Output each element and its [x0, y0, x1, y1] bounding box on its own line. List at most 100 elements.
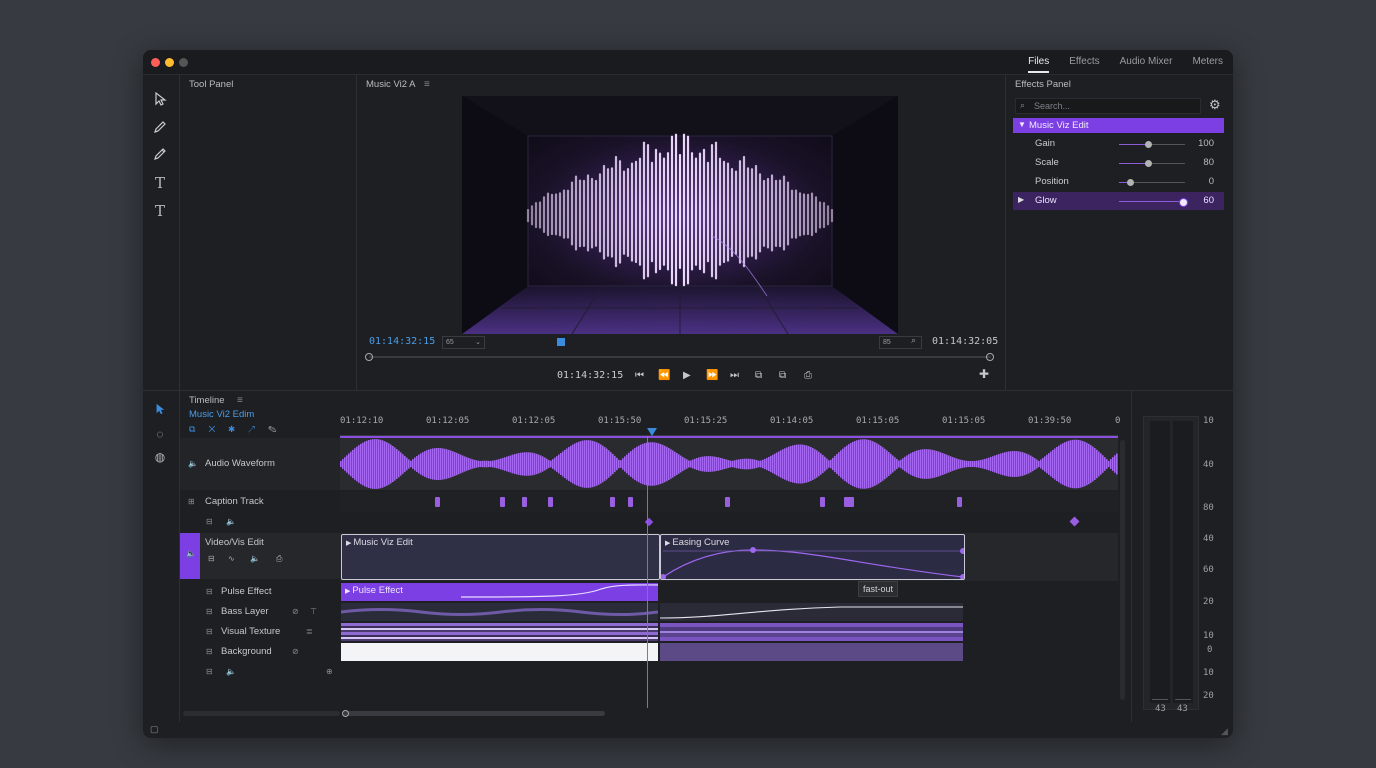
track-header-bass[interactable]: ⊟ Bass Layer ⊘ ⊤ — [180, 602, 340, 622]
clip-bass-layer-2[interactable] — [659, 603, 963, 621]
type-tool-icon[interactable]: T — [151, 174, 169, 192]
track-target-indicator[interactable]: 🔈 — [180, 533, 200, 579]
pen-tool-icon[interactable] — [151, 120, 169, 138]
param-glow[interactable]: ▶ Glow 60 — [1013, 192, 1224, 210]
track-header-background[interactable]: ⊟ Background ⊘ — [180, 642, 340, 662]
clip-background[interactable] — [341, 643, 658, 661]
minimize-window-button[interactable] — [165, 58, 174, 67]
vertical-type-tool-icon[interactable]: T — [151, 202, 169, 220]
go-to-start-icon[interactable]: ⏮ — [635, 370, 644, 381]
settings-icon[interactable]: ≣ — [306, 627, 313, 636]
tab-meters[interactable]: Meters — [1182, 50, 1233, 74]
filter-icon[interactable]: ⊤ — [310, 607, 317, 616]
mute-icon[interactable]: 🔈 — [226, 667, 236, 676]
gear-icon[interactable]: ⚙ — [1209, 97, 1221, 113]
caption-marker[interactable] — [500, 497, 505, 507]
audio-icon[interactable]: 🔈 — [250, 554, 260, 563]
effects-search-input[interactable]: ⌕ Search... — [1015, 98, 1201, 114]
waveform-sample — [1112, 457, 1114, 471]
scroll-handle[interactable] — [342, 710, 349, 717]
snap-icon[interactable]: ⧉ — [189, 424, 208, 434]
waveform-sample — [822, 454, 824, 474]
caption-marker[interactable] — [628, 497, 633, 507]
export-frame-icon[interactable]: ⎙ — [804, 370, 812, 381]
timeline-select-icon[interactable] — [151, 402, 169, 420]
caption-marker[interactable] — [435, 497, 440, 507]
clip-music-viz-edit[interactable]: ▶ Music Viz Edit — [341, 534, 660, 580]
effect-group-header[interactable]: ▼ Music Viz Edit — [1013, 118, 1224, 133]
razor-icon[interactable]: ✱ — [228, 424, 248, 434]
clip-pulse-effect[interactable]: ▶ Pulse Effect — [341, 583, 658, 601]
insert-icon[interactable]: ⧉ — [755, 370, 762, 381]
position-slider[interactable] — [1119, 179, 1185, 186]
speaker-icon[interactable]: 🔈 — [188, 459, 198, 468]
clip-background-2[interactable] — [660, 643, 963, 661]
add-track-icon[interactable]: ⊕ — [326, 667, 333, 676]
caption-marker[interactable] — [522, 497, 527, 507]
scrub-end-handle[interactable] — [986, 353, 994, 361]
waveform-icon[interactable]: ∿ — [228, 554, 235, 563]
track-header-texture[interactable]: ⊟ Visual Texture ≣ — [180, 622, 340, 642]
step-forward-icon[interactable]: ⏩ — [706, 370, 718, 381]
clip-visual-texture[interactable] — [341, 623, 658, 641]
timeline-vertical-scrollbar[interactable] — [1120, 440, 1125, 700]
tab-effects[interactable]: Effects — [1059, 50, 1109, 74]
track-header-audio-waveform[interactable]: 🔈 Audio Waveform — [180, 438, 340, 490]
select-tool-icon[interactable] — [151, 91, 169, 110]
scale-slider[interactable] — [1119, 160, 1185, 167]
caption-track[interactable] — [340, 492, 1118, 512]
timeline-menu-icon[interactable]: ≡ — [237, 395, 243, 406]
ripple-icon[interactable]: ✕ — [208, 424, 228, 434]
go-to-end-icon[interactable]: ⏭ — [730, 370, 739, 381]
in-point-marker[interactable] — [557, 338, 565, 346]
zoom-select[interactable]: 65 ⌄ — [442, 336, 485, 349]
slip-icon[interactable]: ↗ — [248, 424, 268, 434]
audio-waveform-track[interactable] — [340, 438, 1118, 490]
clip-visual-texture-2[interactable] — [660, 623, 963, 641]
playhead-line[interactable] — [647, 436, 648, 708]
export-icon[interactable]: ⎙ — [276, 554, 282, 564]
zoom-window-button[interactable] — [179, 58, 188, 67]
lock-icon[interactable]: ⊟ — [206, 667, 213, 676]
pencil-tool-icon[interactable] — [151, 147, 169, 165]
caption-marker[interactable] — [548, 497, 553, 507]
lasso-tool-icon[interactable]: ◌ — [151, 425, 169, 443]
sequence-name[interactable]: Music Vi2 Edim — [189, 409, 254, 420]
track-header-caption[interactable]: ⊞ Caption Track — [180, 492, 340, 512]
marquee-tool-icon[interactable]: ◍ — [151, 448, 169, 466]
keyframe[interactable] — [1069, 516, 1080, 527]
track-header-pulse[interactable]: ⊟ Pulse Effect — [180, 582, 340, 602]
close-window-button[interactable] — [151, 58, 160, 67]
add-button-icon[interactable]: ✚ — [979, 367, 989, 381]
program-scrub-bar[interactable] — [369, 356, 991, 358]
panel-menu-icon[interactable]: ≡ — [424, 79, 430, 90]
visibility-off-icon[interactable]: ⊘ — [292, 607, 299, 616]
step-back-icon[interactable]: ⏪ — [658, 370, 670, 381]
caption-marker[interactable] — [957, 497, 962, 507]
wrench-icon[interactable]: ✎ — [268, 424, 289, 434]
lock-icon[interactable]: ⊟ — [206, 517, 213, 526]
glow-slider[interactable] — [1119, 198, 1188, 207]
scrub-start-handle[interactable] — [365, 353, 373, 361]
clip-icon[interactable]: ⊟ — [208, 554, 215, 563]
play-icon[interactable]: ▶ — [683, 370, 691, 381]
tab-files[interactable]: Files — [1018, 50, 1059, 74]
caption-marker[interactable] — [844, 497, 854, 507]
gain-slider[interactable] — [1119, 141, 1185, 148]
zoom-icon[interactable]: ⌕ — [911, 335, 916, 346]
visibility-off-icon[interactable]: ⊘ — [292, 647, 299, 656]
overwrite-icon[interactable]: ⧉ — [779, 370, 786, 381]
clip-easing-curve[interactable]: ▶ Easing Curve — [660, 534, 965, 580]
clip-bass-layer[interactable] — [340, 603, 659, 621]
caption-marker[interactable] — [610, 497, 615, 507]
status-icon[interactable]: ▢ — [150, 724, 159, 735]
resize-grip-icon[interactable]: ◢ — [1221, 726, 1228, 737]
track-header-video[interactable]: 🔈 Video/Vis Edit ⊟ ∿ 🔈 ⎙ — [180, 533, 340, 579]
playhead-handle[interactable] — [647, 428, 657, 436]
mute-icon[interactable]: 🔈 — [226, 517, 236, 526]
caption-marker[interactable] — [725, 497, 730, 507]
tab-audio-mixer[interactable]: Audio Mixer — [1110, 50, 1183, 74]
caption-marker[interactable] — [820, 497, 825, 507]
timeline-horizontal-scrollbar[interactable] — [343, 711, 605, 716]
header-scrollbar[interactable] — [183, 711, 340, 716]
